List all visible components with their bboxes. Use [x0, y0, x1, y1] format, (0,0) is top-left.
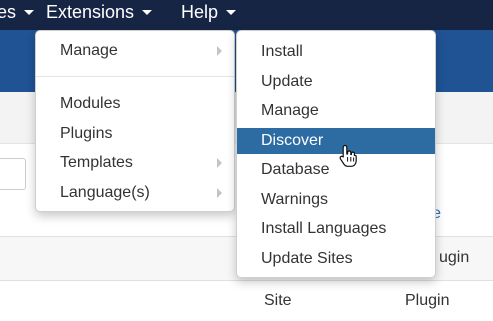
submenu-item-update-sites[interactable]: Update Sites [237, 246, 435, 272]
submenu-item-label: Update [261, 73, 313, 90]
nav-item-extensions[interactable]: Extensions [46, 0, 153, 30]
submenu-item-label: Discover [261, 132, 324, 149]
menu-item-manage[interactable]: Manage [36, 38, 234, 64]
extensions-dropdown: Manage Modules Plugins Templates Languag… [35, 30, 235, 212]
search-input[interactable] [0, 158, 26, 190]
caret-down-icon [226, 10, 237, 15]
row-cell-type: Plugin [405, 292, 450, 309]
menu-item-label: Manage [60, 42, 118, 59]
caret-right-icon [217, 158, 222, 168]
submenu-item-label: Manage [261, 102, 319, 119]
submenu-item-install[interactable]: Install [237, 39, 435, 65]
nav-item-help-label: Help [181, 2, 219, 22]
nav-item-previous[interactable]: es [0, 0, 35, 30]
menu-item-label: Templates [60, 154, 133, 171]
menu-item-label: Language(s) [60, 184, 150, 201]
caret-down-icon [24, 10, 35, 15]
nav-item-previous-label: es [0, 2, 17, 22]
menu-divider [36, 76, 234, 77]
menu-item-plugins[interactable]: Plugins [36, 121, 234, 147]
nav-item-help[interactable]: Help [181, 0, 237, 30]
row-cell-site: Site [264, 292, 292, 309]
menu-item-label: Modules [60, 95, 121, 112]
nav-item-extensions-label: Extensions [46, 2, 135, 22]
hand-pointer-icon [339, 144, 357, 167]
submenu-item-label: Install [261, 43, 303, 60]
menu-item-label: Plugins [60, 125, 113, 142]
menu-item-modules[interactable]: Modules [36, 91, 234, 117]
manage-submenu: Install Update Manage Discover Database … [236, 30, 436, 278]
top-navbar: es Extensions Help [0, 0, 493, 30]
submenu-item-label: Update Sites [261, 250, 353, 267]
column-header-type[interactable]: ugin [439, 249, 479, 267]
submenu-item-manage[interactable]: Manage [237, 98, 435, 124]
submenu-item-update[interactable]: Update [237, 69, 435, 95]
submenu-item-warnings[interactable]: Warnings [237, 187, 435, 213]
menu-item-languages[interactable]: Language(s) [36, 180, 234, 206]
submenu-item-label: Warnings [261, 191, 328, 208]
submenu-item-label: Database [261, 161, 330, 178]
submenu-item-database[interactable]: Database [237, 157, 435, 183]
submenu-item-install-languages[interactable]: Install Languages [237, 216, 435, 242]
caret-right-icon [217, 46, 222, 56]
caret-right-icon [217, 188, 222, 198]
submenu-item-discover[interactable]: Discover [237, 128, 435, 154]
submenu-item-label: Install Languages [261, 220, 387, 237]
caret-down-icon [142, 10, 153, 15]
menu-item-templates[interactable]: Templates [36, 150, 234, 176]
